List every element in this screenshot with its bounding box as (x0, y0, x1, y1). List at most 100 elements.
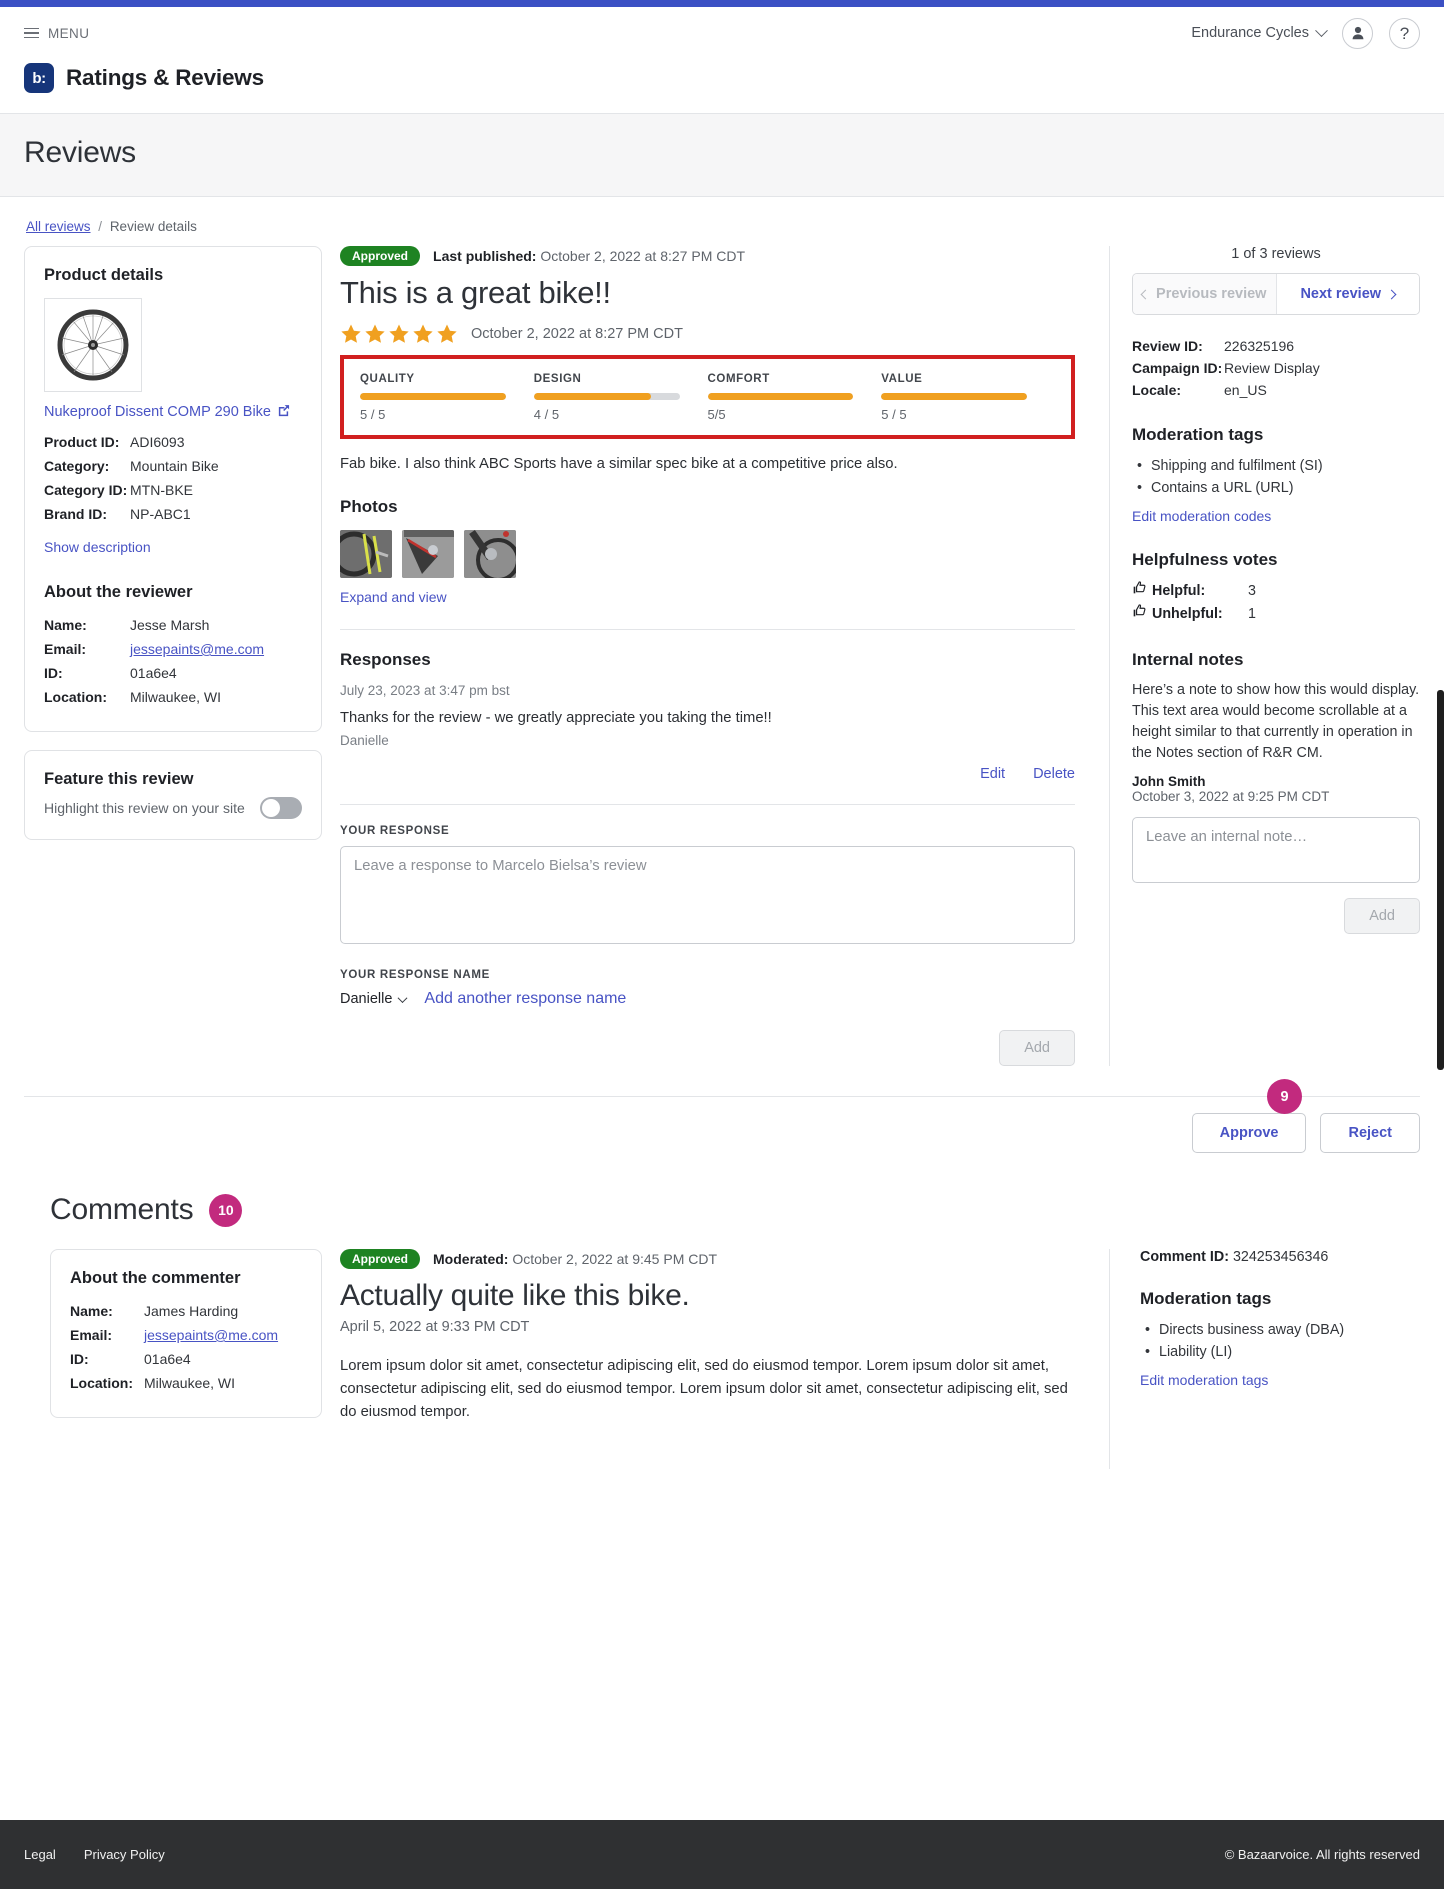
feature-review-title: Feature this review (44, 770, 194, 788)
add-response-name-link[interactable]: Add another response name (424, 990, 626, 1008)
reviewer-attributes: Name: Jesse Marsh Email: jessepaints@me.… (44, 615, 302, 708)
show-description-link[interactable]: Show description (44, 539, 151, 555)
photos-heading: Photos (340, 497, 398, 516)
add-internal-note-button[interactable]: Add (1344, 898, 1420, 934)
reviewer-name-row: Name: Jesse Marsh (44, 615, 302, 636)
value-bar-fill (881, 393, 1028, 400)
review-photo-thumbnail[interactable] (402, 530, 454, 578)
product-id-key: Product ID: (44, 434, 120, 450)
reviewer-email-link[interactable]: jessepaints@me.com (130, 641, 264, 657)
product-id-value: ADI6093 (130, 434, 185, 450)
about-commenter-card: About the commenter Name: James Harding … (50, 1249, 322, 1418)
feature-review-toggle[interactable] (260, 797, 302, 819)
previous-review-label: Previous review (1156, 286, 1267, 302)
response-name-select[interactable]: Danielle (340, 991, 408, 1007)
review-photo-thumbnail[interactable] (340, 530, 392, 578)
locale-value: en_US (1224, 382, 1267, 398)
comfort-bar-track (707, 393, 854, 400)
org-switcher[interactable]: Endurance Cycles (1191, 23, 1328, 41)
comments-count-badge: 10 (209, 1193, 243, 1227)
page-scrollbar[interactable] (1437, 690, 1444, 1070)
moderated-label: Moderated: (433, 1251, 509, 1267)
unhelpful-key: Unhelpful: (1152, 606, 1223, 622)
review-id-key: Review ID: (1132, 338, 1203, 354)
next-review-label: Next review (1300, 286, 1382, 302)
category-key: Category: (44, 458, 110, 474)
comment-meta-column: Comment ID: 324253456346 Moderation tags… (1110, 1249, 1420, 1390)
user-icon (1352, 26, 1363, 40)
review-count-indicator: 1 of 3 reviews (1231, 246, 1321, 262)
product-details-title: Product details (44, 266, 164, 284)
helpful-vote-row: Helpful: 3 (1132, 580, 1420, 603)
review-status-badge: Approved (340, 246, 421, 266)
comments-header: Comments 10 (0, 1153, 1444, 1249)
quality-value: 5 / 5 (360, 407, 386, 422)
breadcrumb-all-reviews[interactable]: All reviews (26, 219, 91, 234)
help-button[interactable]: ? (1389, 17, 1420, 49)
comment-moderated-meta: Moderated: October 2, 2022 at 9:45 PM CD… (433, 1251, 717, 1267)
commenter-name-value: James Harding (144, 1303, 239, 1319)
published-label: Last published: (433, 248, 537, 264)
moderation-tag-item: Shipping and fulfilment (SI) (1132, 455, 1420, 477)
breadcrumb-separator: / (98, 219, 103, 234)
copyright-text: © Bazaarvoice. All rights reserved (1224, 1847, 1420, 1862)
reject-button[interactable]: Reject (1320, 1113, 1420, 1153)
moderation-tag-item: Liability (LI) (1140, 1341, 1420, 1363)
review-photo-thumbnail[interactable] (464, 530, 516, 578)
menu-label: MENU (48, 25, 90, 41)
response-textarea[interactable] (340, 846, 1075, 944)
account-button[interactable] (1342, 17, 1373, 49)
comfort-label: COMFORT (707, 373, 770, 385)
review-content-column: Approved Last published: October 2, 2022… (332, 246, 1110, 1066)
menu-button[interactable]: MENU (24, 26, 89, 41)
value-label: VALUE (881, 373, 923, 385)
review-id-value: 226325196 (1224, 338, 1295, 354)
about-commenter-title: About the commenter (70, 1269, 241, 1287)
org-name: Endurance Cycles (1191, 25, 1309, 41)
helpfulness-votes-heading: Helpfulness votes (1132, 550, 1278, 569)
toggle-knob (262, 799, 280, 817)
design-bar-track (533, 393, 680, 400)
add-response-button[interactable]: Add (999, 1030, 1075, 1066)
edit-moderation-tags-link[interactable]: Edit moderation tags (1140, 1372, 1268, 1388)
previous-review-button[interactable]: Previous review (1133, 274, 1277, 314)
reviewer-location-key: Location: (44, 689, 107, 705)
product-attribute-row: Brand ID: NP-ABC1 (44, 504, 302, 525)
commenter-location-value: Milwaukee, WI (144, 1375, 236, 1391)
pending-moderation-badge: 9 (1267, 1079, 1302, 1114)
delete-response-link[interactable]: Delete (1033, 766, 1075, 782)
brand-id-value: NP-ABC1 (130, 506, 191, 522)
commenter-name-row: Name: James Harding (70, 1301, 302, 1322)
edit-moderation-codes-link[interactable]: Edit moderation codes (1132, 508, 1271, 524)
commenter-email-row: Email: jessepaints@me.com (70, 1325, 302, 1346)
expand-and-view-link[interactable]: Expand and view (340, 589, 447, 605)
top-accent-bar (0, 0, 1444, 7)
product-link[interactable]: Nukeproof Dissent COMP 290 Bike (44, 404, 290, 421)
privacy-policy-link[interactable]: Privacy Policy (84, 1847, 165, 1862)
star-icon (389, 324, 409, 343)
comment-id-row: Comment ID: 324253456346 (1140, 1249, 1420, 1265)
edit-response-link[interactable]: Edit (980, 766, 1005, 782)
comments-title: Comments (50, 1193, 194, 1226)
product-attribute-row: Product ID: ADI6093 (44, 432, 302, 453)
bottom-spacer (0, 1469, 1444, 1589)
comment-id-value: 324253456346 (1232, 1249, 1329, 1265)
review-identifiers: Review ID: 226325196 Campaign ID: Review… (1132, 335, 1420, 401)
approve-button[interactable]: Approve (1191, 1113, 1307, 1153)
internal-note-textarea[interactable] (1132, 817, 1420, 883)
moderated-date: October 2, 2022 at 9:45 PM CDT (512, 1251, 718, 1267)
commenter-email-link[interactable]: jessepaints@me.com (144, 1327, 278, 1343)
section-divider (340, 629, 1075, 630)
value-value: 5 / 5 (881, 407, 907, 422)
response-date: July 23, 2023 at 3:47 pm bst (340, 683, 510, 698)
response-author: Danielle (340, 733, 389, 748)
commenter-location-row: Location: Milwaukee, WI (70, 1373, 302, 1394)
commenter-id-row: ID: 01a6e4 (70, 1349, 302, 1370)
next-review-button[interactable]: Next review (1276, 274, 1419, 314)
legal-link[interactable]: Legal (24, 1847, 56, 1862)
reviewer-name-key: Name: (44, 617, 87, 633)
commenter-email-key: Email: (70, 1327, 113, 1343)
review-id-row: Review ID: 226325196 (1132, 335, 1420, 357)
review-published-meta: Last published: October 2, 2022 at 8:27 … (433, 248, 745, 264)
internal-notes-heading: Internal notes (1132, 650, 1244, 669)
